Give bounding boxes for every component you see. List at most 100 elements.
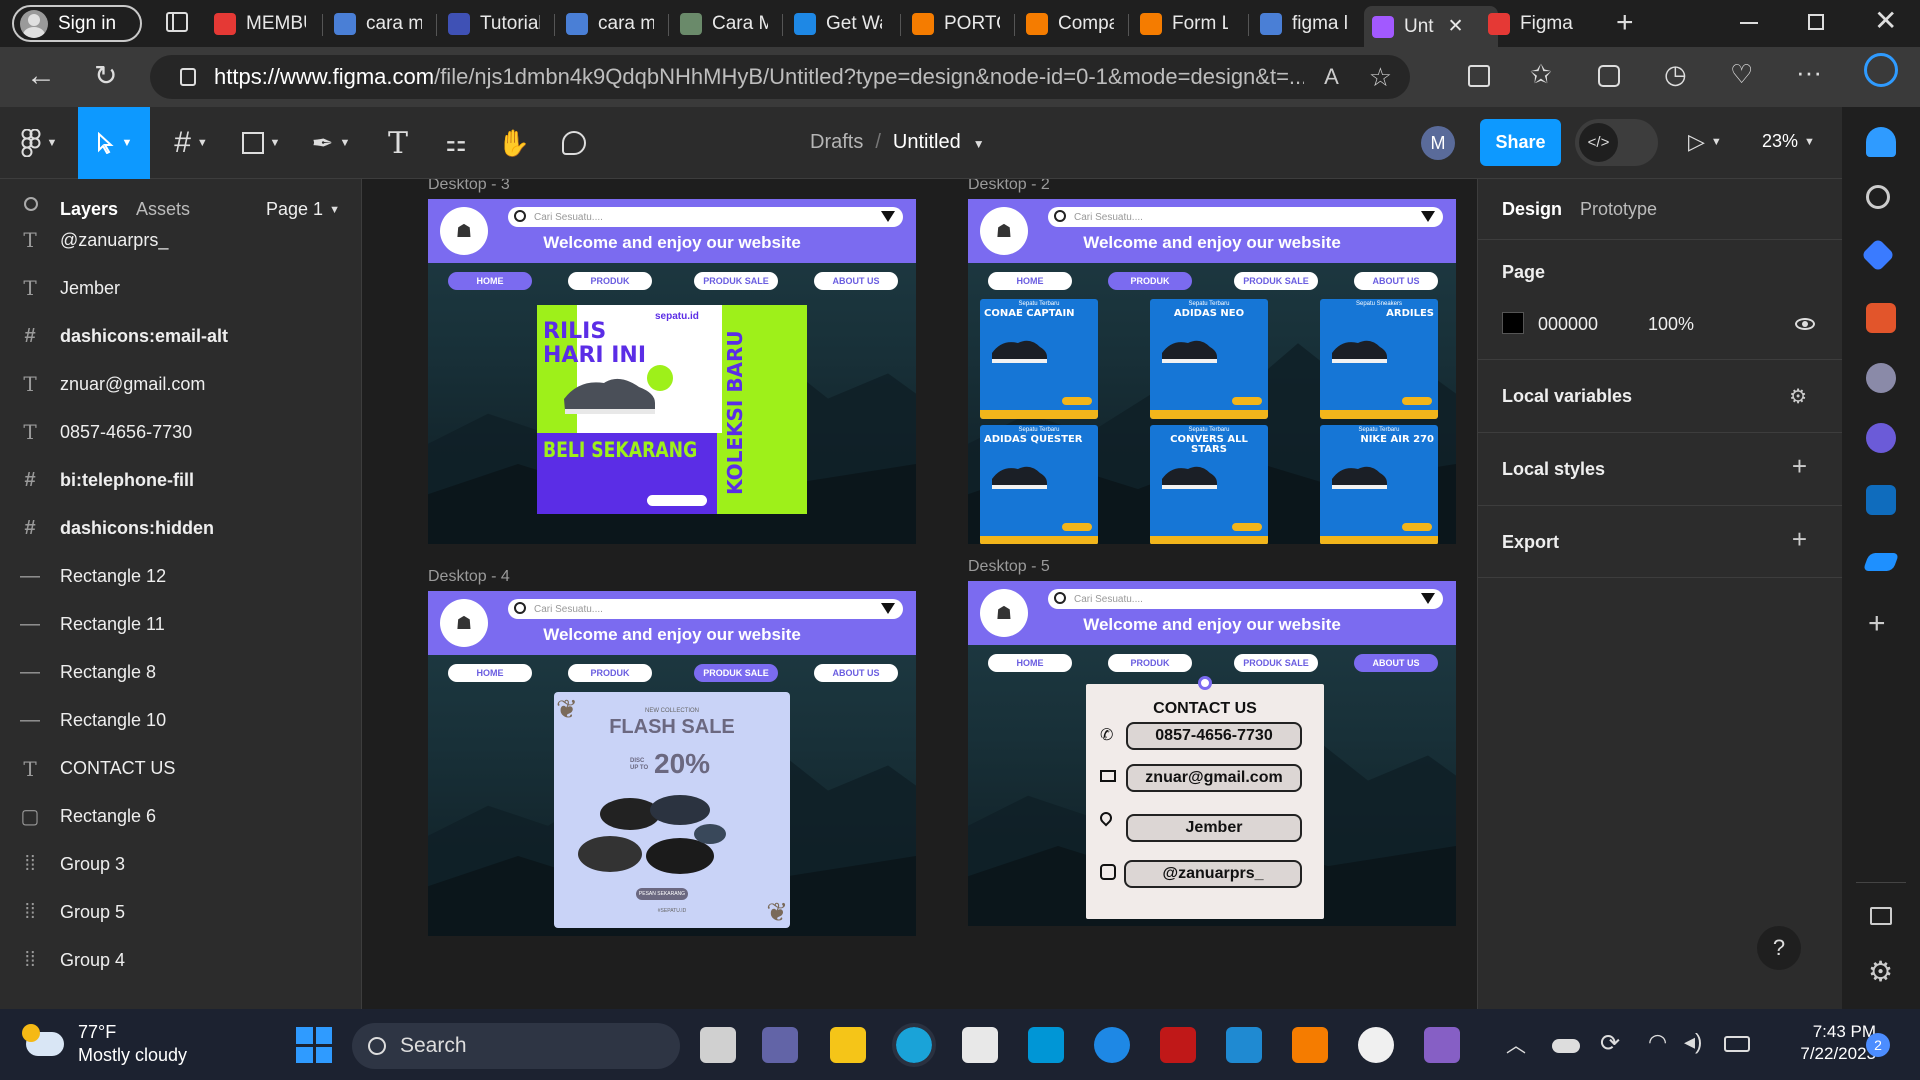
local-styles-section[interactable]: Local styles + — [1478, 432, 1843, 505]
close-tab-icon[interactable]: ✕ — [1448, 15, 1464, 38]
notification-badge[interactable]: 2 — [1866, 1033, 1890, 1057]
tab-prototype[interactable]: Prototype — [1580, 199, 1657, 220]
frame-tool-button[interactable]: # ▼ — [166, 107, 216, 179]
sign-in-button[interactable]: Sign in — [12, 5, 142, 42]
read-aloud-icon[interactable]: A — [1324, 64, 1339, 90]
hand-tool-button[interactable]: ✋ — [494, 107, 534, 179]
start-button[interactable] — [296, 1027, 332, 1063]
text-tool-button[interactable]: T — [378, 107, 418, 179]
send-icon[interactable] — [1862, 553, 1900, 571]
tab-actions-icon[interactable] — [166, 12, 188, 32]
help-app-icon[interactable] — [1094, 1027, 1130, 1063]
browser-tab[interactable]: Form Lo — [1132, 6, 1228, 42]
onedrive-icon[interactable] — [1552, 1039, 1580, 1053]
browser-tab[interactable]: figma lo — [1252, 6, 1348, 42]
browser-tab[interactable]: MEMBU — [206, 6, 306, 42]
myhp-icon[interactable] — [1028, 1027, 1064, 1063]
bing-copilot-icon[interactable] — [1864, 53, 1898, 87]
sync-icon[interactable]: ⟳ — [1600, 1029, 1620, 1058]
frame-label-desktop-2[interactable]: Desktop - 2 — [968, 179, 1050, 194]
add-export-icon[interactable]: + — [1792, 524, 1807, 555]
history-icon[interactable]: ◷ — [1664, 59, 1687, 90]
layer-row[interactable]: # dashicons:hidden — [0, 504, 362, 552]
visual-studio-icon[interactable] — [1424, 1027, 1460, 1063]
layer-search-icon[interactable] — [24, 197, 38, 211]
help-button[interactable]: ? — [1757, 926, 1801, 970]
tab-design[interactable]: Design — [1502, 199, 1562, 220]
frame-label-desktop-5[interactable]: Desktop - 5 — [968, 558, 1050, 576]
layer-row[interactable]: ⁞⁞ Group 3 — [0, 841, 362, 889]
favorite-star-icon[interactable]: ☆ — [1369, 62, 1392, 93]
zoom-menu[interactable]: 23% ▼ — [1762, 131, 1815, 152]
file-name[interactable]: Untitled — [893, 131, 961, 154]
frame-desktop-5[interactable]: CONTACT US ✆ 0857-4656-7730 znuar@gmail.… — [968, 581, 1456, 926]
move-tool-button[interactable]: ▼ — [78, 107, 150, 179]
layer-row[interactable]: T 0857-4656-7730 — [0, 408, 362, 456]
add-sidebar-app-icon[interactable]: + — [1868, 607, 1886, 641]
share-button[interactable]: Share — [1480, 119, 1561, 166]
layer-row[interactable]: # bi:telephone-fill — [0, 456, 362, 504]
breadcrumb-drafts[interactable]: Drafts — [810, 131, 863, 154]
url-field[interactable]: https://www.figma.com /file/njs1dmbn4k9Q… — [150, 55, 1410, 99]
close-window-button[interactable]: ✕ — [1874, 4, 1897, 37]
layer-row[interactable]: — Rectangle 8 — [0, 648, 362, 696]
browser-tab[interactable]: Cara M — [672, 6, 768, 42]
battery-icon[interactable] — [1724, 1036, 1750, 1052]
figma-menu-button[interactable]: ▼ — [14, 107, 64, 179]
browser-tab[interactable]: cara me — [326, 6, 422, 42]
page-color-swatch[interactable] — [1502, 312, 1524, 334]
task-view-icon[interactable] — [700, 1027, 736, 1063]
weather-widget[interactable]: 77°F Mostly cloudy — [22, 1021, 187, 1066]
clock[interactable]: 7:43 PM 7/22/2023 — [1772, 1021, 1876, 1065]
word-icon[interactable] — [1358, 1027, 1394, 1063]
collections-icon[interactable] — [1598, 65, 1620, 87]
store-icon[interactable] — [962, 1027, 998, 1063]
frame-desktop-2[interactable]: Sepatu Terbaru CONAE CAPTAIN Sepatu Terbar… — [968, 199, 1456, 544]
present-button[interactable]: ▷ ▼ — [1688, 129, 1722, 155]
layer-row[interactable]: T @zanuarprs_ — [0, 216, 362, 264]
vscode-icon[interactable] — [1226, 1027, 1262, 1063]
copilot-icon[interactable] — [1866, 423, 1896, 453]
user-avatar[interactable]: M — [1421, 126, 1455, 160]
shopping-icon[interactable] — [1861, 238, 1895, 272]
refresh-icon[interactable]: ↻ — [94, 59, 117, 92]
back-icon[interactable]: ← — [26, 59, 56, 93]
design-canvas[interactable]: Desktop - 3 Desktop - 2 Desktop - 4 Desk… — [362, 179, 1477, 1009]
dev-mode-toggle[interactable]: </> — [1575, 119, 1658, 166]
minimize-button[interactable] — [1740, 22, 1758, 24]
eye-icon[interactable] — [1795, 318, 1815, 330]
browser-tab[interactable]: Unt ✕ — [1364, 6, 1498, 47]
restore-button[interactable] — [1808, 14, 1824, 30]
tools-icon[interactable] — [1866, 303, 1896, 333]
teams-icon[interactable] — [762, 1027, 798, 1063]
edge-taskbar-icon[interactable] — [892, 1023, 936, 1067]
settings-gear-icon[interactable]: ⚙ — [1868, 955, 1893, 988]
volume-icon[interactable]: ◂) — [1684, 1029, 1702, 1055]
browser-tab[interactable]: Figma t — [1480, 6, 1576, 42]
file-explorer-icon[interactable] — [830, 1027, 866, 1063]
export-section[interactable]: Export + — [1478, 505, 1843, 578]
taskbar-search[interactable]: Search — [352, 1023, 680, 1069]
layer-row[interactable]: — Rectangle 10 — [0, 697, 362, 745]
chevron-down-icon[interactable]: ▼ — [973, 137, 985, 154]
browser-tab[interactable]: cara me — [558, 6, 654, 42]
comment-tool-button[interactable] — [554, 107, 594, 179]
resources-tool-button[interactable]: ⚏ — [436, 107, 476, 179]
wifi-icon[interactable]: ◠ — [1648, 1029, 1667, 1055]
new-tab-button[interactable]: + — [1616, 6, 1634, 40]
frame-label-desktop-3[interactable]: Desktop - 3 — [428, 179, 510, 194]
performance-icon[interactable]: ♡ — [1730, 59, 1753, 90]
layer-row[interactable]: T CONTACT US — [0, 745, 362, 793]
layer-row[interactable]: — Rectangle 12 — [0, 552, 362, 600]
page-color-hex[interactable]: 000000 — [1538, 314, 1598, 335]
layer-row[interactable]: # dashicons:email-alt — [0, 312, 362, 360]
hide-sidebar-icon[interactable] — [1870, 907, 1892, 925]
pen-tool-button[interactable]: ✒ ▼ — [306, 107, 356, 179]
layer-row[interactable]: ⁞⁞ Group 4 — [0, 937, 362, 985]
shape-tool-button[interactable]: ▼ — [236, 107, 286, 179]
split-screen-icon[interactable] — [1468, 65, 1490, 87]
favorites-icon[interactable]: ✩ — [1530, 59, 1552, 90]
browser-tab[interactable]: Tutorial — [440, 6, 540, 42]
variables-settings-icon[interactable]: ⚙ — [1789, 384, 1807, 409]
layer-row[interactable]: — Rectangle 11 — [0, 600, 362, 648]
